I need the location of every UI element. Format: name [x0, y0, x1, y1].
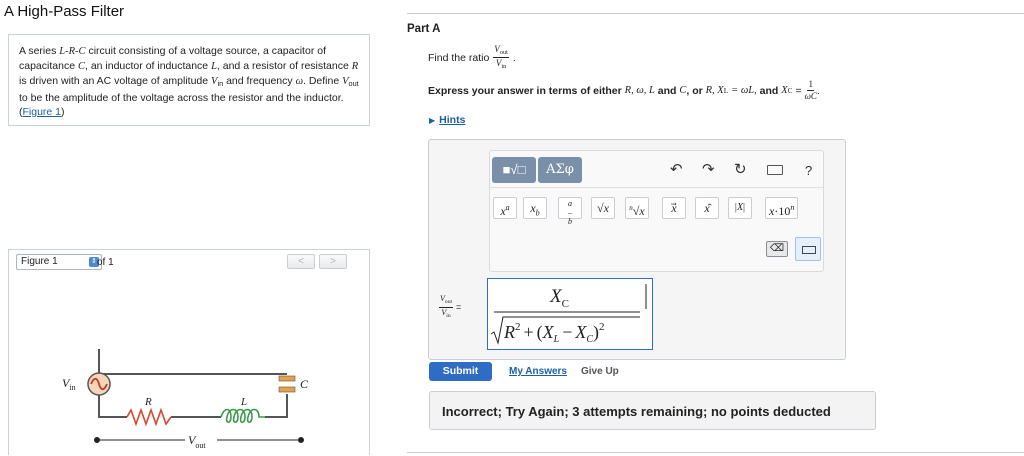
toolbar-top-row: ■√□ ΑΣφ ↶ ↷ ↻ ?: [490, 151, 823, 188]
capacitor-label: C: [300, 377, 309, 391]
figure-count: of 1: [97, 257, 114, 268]
instruction-xc-fraction: 1 ωC: [805, 80, 817, 101]
give-up-link[interactable]: Give Up: [581, 366, 619, 377]
xc-denominator: ωC: [804, 91, 817, 101]
figure-select[interactable]: Figure 1 ⇕: [16, 254, 102, 270]
ratio-period: .: [512, 51, 516, 64]
instruction-vars: R, X: [705, 85, 724, 96]
backspace-button[interactable]: ⌫: [766, 241, 788, 257]
math-toolbar: ■√□ ΑΣφ ↶ ↷ ↻ ? xa xb a‒b √x n√x x⃗ x̂ |…: [489, 150, 824, 272]
ratio-fraction: Vout Vin: [493, 45, 509, 71]
instruction-xl-definition: = ωL,: [731, 85, 757, 96]
templates-button[interactable]: ■√□: [492, 157, 536, 183]
intro-omega-symbol: ω: [295, 76, 303, 87]
resistor-label: R: [144, 396, 152, 408]
intro-text: . Define: [302, 75, 343, 87]
intro-text: , an inductor of inductance: [84, 60, 212, 72]
next-figure-button[interactable]: >: [319, 254, 347, 269]
ratio-denominator-subscript: in: [501, 63, 507, 71]
intro-capacitance-symbol: C: [77, 61, 85, 72]
instruction-xl-subscript: L: [723, 86, 729, 95]
instruction-or: , or: [686, 84, 703, 97]
nth-root-button[interactable]: n√x: [625, 197, 649, 219]
answer-expression: XC R2 + (XL − XC)2: [490, 284, 647, 345]
instruction-c: C: [679, 85, 687, 96]
triangle-right-icon: ▶: [429, 116, 436, 125]
superscript-button[interactable]: xa: [493, 197, 517, 219]
hints-label: Hints: [439, 114, 466, 126]
figure-toolbar: Figure 1 ⇕ of 1 < >: [9, 250, 369, 274]
undo-icon[interactable]: ↶: [670, 162, 683, 178]
fraction-button[interactable]: a ‒ b: [558, 197, 582, 226]
question-text: Find the ratio: [428, 51, 490, 64]
hints-link[interactable]: ▶ Hints: [429, 114, 465, 126]
problem-intro: A series L-R-C circuit consisting of a v…: [8, 34, 370, 126]
intro-vout-subscript: out: [348, 79, 359, 88]
instruction-vars: R, ω, L: [624, 85, 655, 96]
symbols-button[interactable]: ΑΣφ: [538, 157, 582, 183]
help-button[interactable]: ?: [805, 163, 812, 179]
expression-numerator: XC: [549, 286, 569, 310]
circuit-wires: [98, 349, 288, 418]
answer-input[interactable]: XC R2 + (XL − XC)2: [487, 278, 653, 350]
inductor-label: L: [240, 396, 247, 408]
part-title: Part A: [407, 23, 441, 35]
absolute-value-button[interactable]: |X|: [728, 197, 752, 219]
answer-panel: ■√□ ΑΣφ ↶ ↷ ↻ ? xa xb a‒b √x n√x x⃗ x̂ |…: [428, 139, 846, 360]
instruction-equals: =: [795, 84, 802, 97]
expression-denominator: R2 + (XL − XC)2: [503, 321, 605, 345]
intro-text: , and a resistor of resistance: [216, 60, 352, 72]
feedback-message: Incorrect; Try Again; 3 attempts remaini…: [429, 391, 876, 430]
circuit-diagram: Vin C R L Vout: [62, 349, 309, 450]
square-root-button[interactable]: √x: [591, 197, 615, 219]
resistor: [126, 407, 172, 427]
keypad-button[interactable]: [795, 237, 821, 261]
xc-numerator: 1: [807, 79, 814, 91]
page-title: A High-Pass Filter: [4, 3, 125, 20]
instruction-text: Express your answer in terms of either: [428, 84, 622, 97]
ratio-numerator-subscript: out: [499, 49, 508, 56]
instruction-period: .: [816, 84, 820, 97]
vout-label: Vout: [188, 433, 206, 450]
my-answers-link[interactable]: My Answers: [509, 366, 567, 377]
subscript-button[interactable]: xb: [523, 197, 547, 219]
previous-figure-button[interactable]: <: [287, 254, 315, 269]
label-denominator-subscript: in: [446, 312, 451, 319]
instruction-xc-subscript: C: [787, 86, 793, 95]
intro-text: ): [61, 106, 65, 118]
intro-circuit-type: L-R-C: [59, 46, 86, 57]
capacitor: [278, 375, 296, 393]
instruction-and: and: [759, 84, 779, 97]
divider: [407, 13, 1024, 14]
keyboard-icon: [802, 246, 816, 254]
source-label: Vin: [62, 376, 76, 392]
intro-resistance-symbol: R: [351, 61, 359, 72]
redo-icon[interactable]: ↷: [702, 162, 715, 178]
reset-icon[interactable]: ↻: [734, 162, 747, 178]
inductor: [220, 408, 265, 424]
question-prompt: Find the ratio Vout Vin .: [428, 45, 516, 71]
intro-text: and frequency: [223, 75, 296, 87]
answer-label: Vout Vin =: [439, 295, 461, 319]
answer-label-equals: =: [456, 302, 462, 313]
figure-link[interactable]: Figure 1: [23, 106, 62, 118]
toolbar-template-row: xa xb a‒b √x n√x x⃗ x̂ |X| x·10n: [490, 189, 823, 226]
ac-source: [87, 372, 111, 396]
figure-select-value: Figure 1: [21, 256, 58, 267]
answer-instruction: Express your answer in terms of either R…: [428, 80, 820, 101]
label-numerator-subscript: out: [444, 299, 453, 305]
intro-text: is driven with an AC voltage of amplitud…: [19, 75, 212, 87]
vector-button[interactable]: x⃗: [662, 197, 686, 219]
figure-panel: Figure 1 ⇕ of 1 < > Vin C R L Vout: [8, 249, 370, 455]
scientific-notation-button[interactable]: x·10n: [765, 197, 799, 219]
answer-label-fraction: Vout Vin: [439, 295, 454, 319]
submit-button[interactable]: Submit: [429, 362, 492, 381]
intro-text: to be the amplitude of the voltage acros…: [19, 92, 344, 118]
instruction-and: and: [657, 84, 677, 97]
divider: [407, 452, 1024, 453]
keyboard-icon[interactable]: [767, 165, 783, 175]
unit-vector-button[interactable]: x̂: [695, 197, 719, 219]
intro-text: A series: [19, 45, 60, 57]
